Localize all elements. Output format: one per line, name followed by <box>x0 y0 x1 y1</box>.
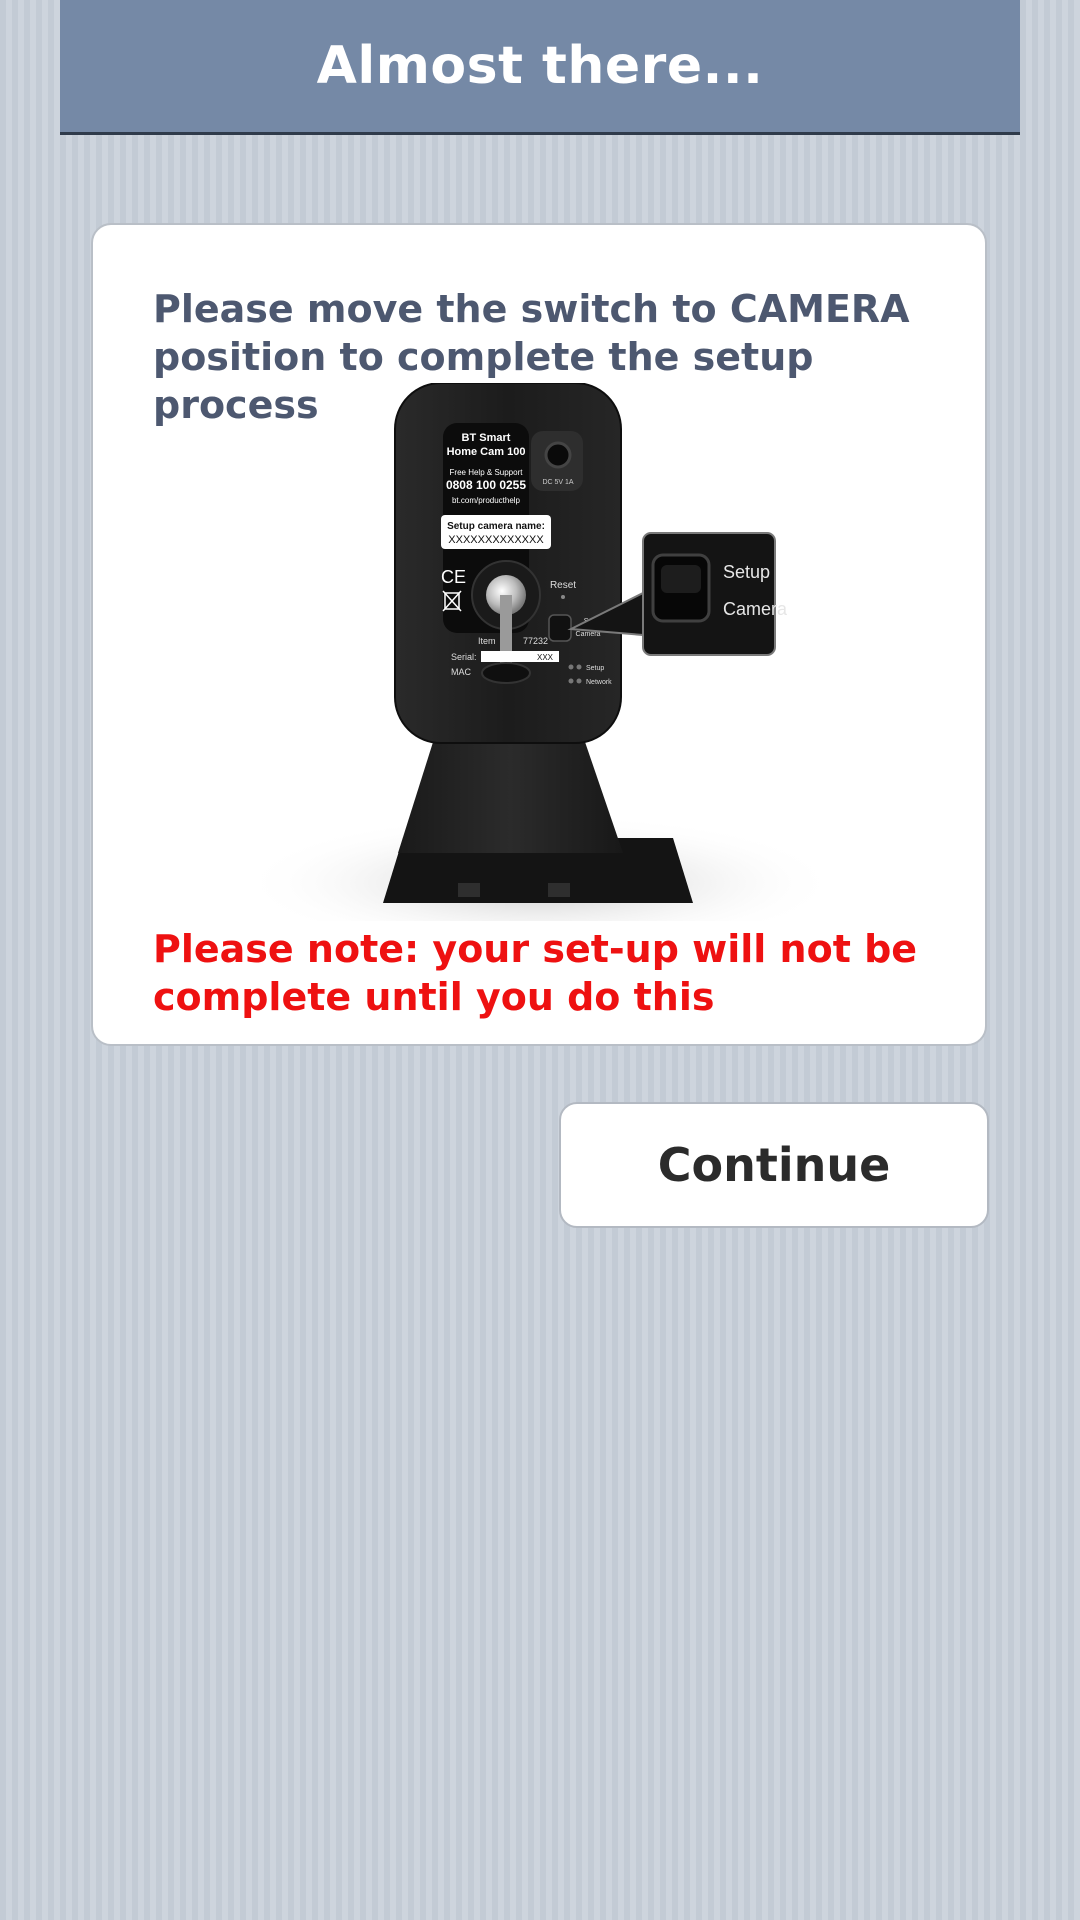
page-title: Almost there... <box>316 36 764 96</box>
svg-text:77232: 77232 <box>523 636 548 646</box>
svg-text:Setup: Setup <box>723 562 770 582</box>
svg-text:DC 5V 1A: DC 5V 1A <box>542 479 573 486</box>
svg-text:XXXXXXXXXXXXX: XXXXXXXXXXXXX <box>448 534 544 546</box>
svg-text:BT Smart: BT Smart <box>462 432 511 444</box>
continue-button[interactable]: Continue <box>559 1102 989 1228</box>
svg-text:Free Help & Support: Free Help & Support <box>450 468 524 477</box>
svg-text:MAC: MAC <box>451 667 472 677</box>
app-header: Almost there... <box>60 0 1020 135</box>
svg-text:Network: Network <box>586 679 612 686</box>
svg-text:bt.com/producthelp: bt.com/producthelp <box>452 496 521 505</box>
svg-text:Setup: Setup <box>586 665 604 672</box>
svg-text:Reset: Reset <box>550 580 576 591</box>
camera-back-illustration: BT Smart Home Cam 100 Free Help & Suppor… <box>253 383 827 921</box>
svg-text:Home Cam 100: Home Cam 100 <box>447 446 526 458</box>
instruction-card: Please move the switch to CAMERA positio… <box>91 223 987 1046</box>
svg-text:Serial:: Serial: <box>451 652 477 662</box>
svg-text:Camera: Camera <box>723 599 788 619</box>
svg-text:Setup camera name:: Setup camera name: <box>447 521 545 532</box>
mode-switch <box>548 614 572 642</box>
svg-text:Item: Item <box>478 636 496 646</box>
setup-warning-note: Please note: your set-up will not be com… <box>153 927 918 1019</box>
continue-label: Continue <box>657 1138 891 1192</box>
svg-text:0808 100 0255: 0808 100 0255 <box>446 478 526 492</box>
svg-text:XXX: XXX <box>537 653 554 662</box>
svg-text:CE: CE <box>441 567 466 587</box>
